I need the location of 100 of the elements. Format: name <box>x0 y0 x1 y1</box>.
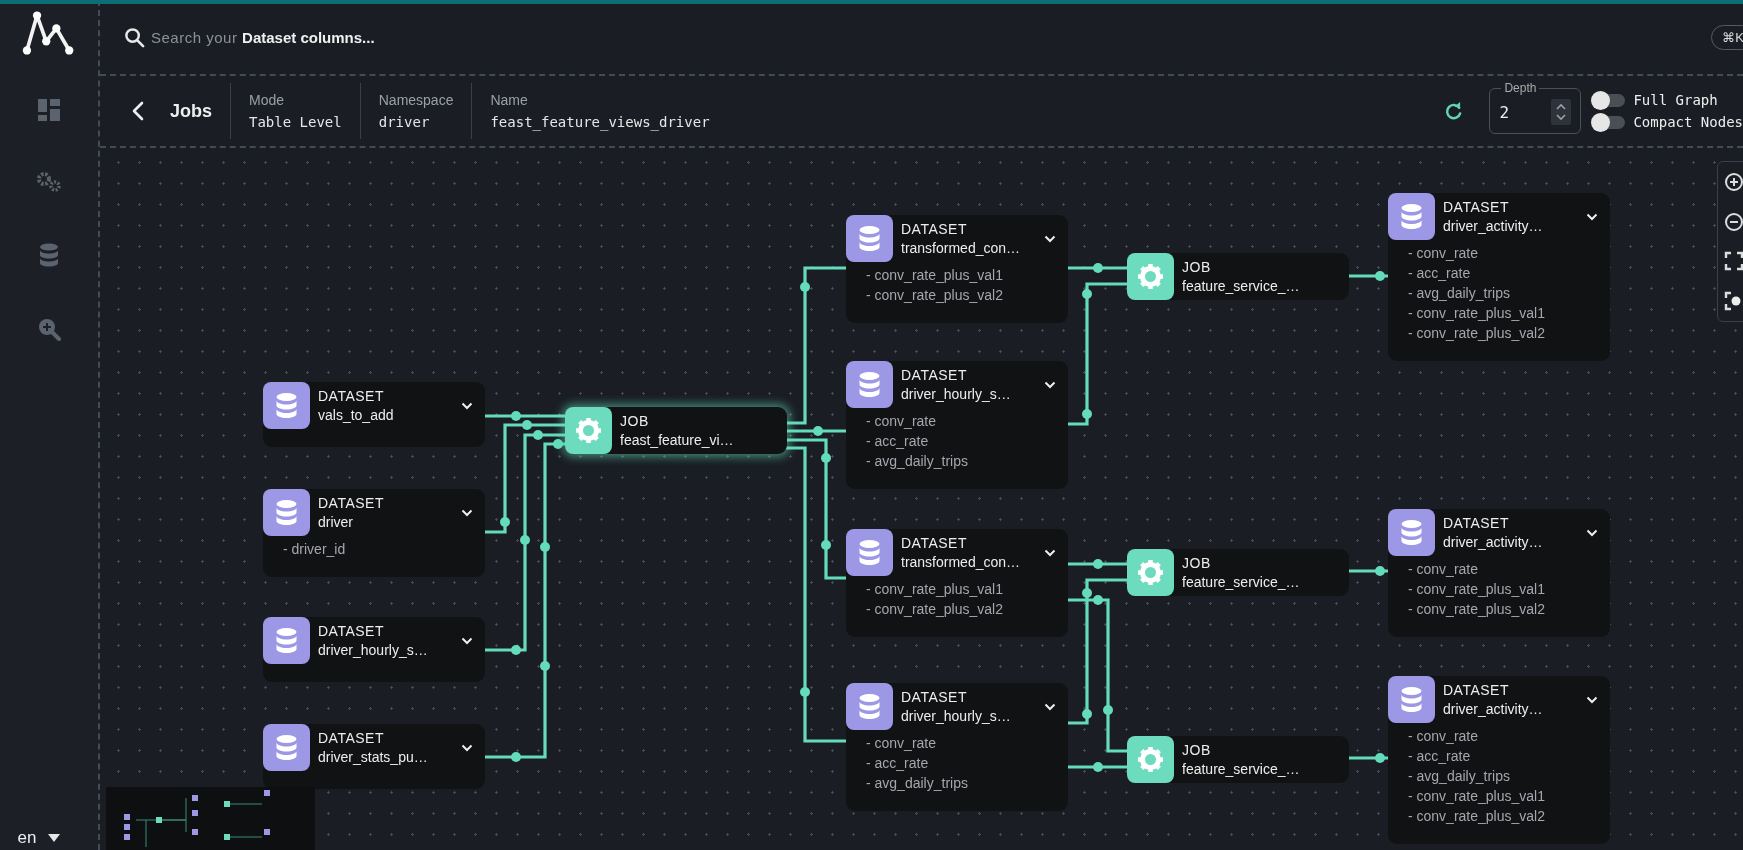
column-name: - conv_rate_plus_val1 <box>1408 304 1546 323</box>
chevron-icon[interactable] <box>461 636 473 645</box>
column-name: - conv_rate_plus_val2 <box>866 600 1004 619</box>
toggle-switch[interactable] <box>1593 115 1626 129</box>
graph-node[interactable]: JOB feature_service_… <box>1127 253 1349 300</box>
database-icon <box>1388 676 1435 723</box>
gears-icon[interactable] <box>36 171 62 193</box>
chevron-icon[interactable] <box>1586 212 1598 221</box>
column-name: - driver_id <box>283 540 347 559</box>
field-value: feast_feature_views_driver <box>490 114 710 130</box>
database-icon <box>263 724 310 771</box>
chevron-icon[interactable] <box>461 508 473 517</box>
gear-icon <box>1127 253 1174 300</box>
chevron-icon[interactable] <box>1586 695 1598 704</box>
node-name: driver_hourly_s… <box>901 708 1012 724</box>
node-name: feature_service_… <box>1182 761 1301 777</box>
gear-icon <box>1127 549 1174 596</box>
node-name: driver_hourly_s… <box>318 642 429 658</box>
node-name: feature_service_… <box>1182 574 1301 590</box>
field-label: Name <box>490 92 529 108</box>
database-icon <box>263 617 310 664</box>
node-type: DATASET <box>901 221 968 237</box>
toggle-label: Compact Nodes <box>1633 114 1743 130</box>
chevron-icon[interactable] <box>1044 380 1056 389</box>
language-label[interactable]: en <box>17 828 37 848</box>
chevron-icon[interactable] <box>1044 234 1056 243</box>
node-type: DATASET <box>318 388 385 404</box>
node-type: DATASET <box>318 495 385 511</box>
graph-node[interactable]: DATASET driver_stats_pu… <box>263 724 485 789</box>
graph-node[interactable]: JOB feature_service_… <box>1127 736 1349 783</box>
graph-node[interactable]: JOB feature_service_… <box>1127 549 1349 596</box>
chevron-icon[interactable] <box>461 401 473 410</box>
graph-node[interactable]: DATASET transformed_con… - conv_rate_plus_val1 - conv_rate_plus_val2 <box>846 529 1068 637</box>
search-field[interactable]: Search your Dataset columns... <box>124 26 1712 48</box>
caret-icon[interactable] <box>48 834 61 842</box>
graph-node[interactable]: DATASET vals_to_add <box>263 382 485 447</box>
database-icon <box>1388 509 1435 556</box>
column-name: - conv_rate <box>1408 244 1480 263</box>
column-name: - avg_daily_trips <box>1408 767 1511 786</box>
column-name: - conv_rate_plus_val1 <box>1408 580 1546 599</box>
focus-icon[interactable] <box>1724 291 1743 312</box>
node-type: JOB <box>1182 259 1212 275</box>
graph-node[interactable]: DATASET driver - driver_id <box>263 489 485 577</box>
zoom-in-icon[interactable] <box>1724 171 1743 192</box>
gear-icon <box>1127 736 1174 783</box>
column-name: - conv_rate <box>1408 727 1480 746</box>
node-name: driver_activity… <box>1443 534 1544 550</box>
node-name: transformed_con… <box>901 554 1022 570</box>
column-name: - conv_rate <box>866 734 938 753</box>
spinner-icon[interactable] <box>1551 99 1572 125</box>
back-icon[interactable] <box>132 101 144 121</box>
column-name: - conv_rate_plus_val2 <box>1408 600 1546 619</box>
graph-node[interactable]: DATASET transformed_con… - conv_rate_plus_val1 - conv_rate_plus_val2 <box>846 215 1068 323</box>
chevron-icon[interactable] <box>1044 702 1056 711</box>
graph-node[interactable]: DATASET driver_hourly_s… - conv_rate - acc_rate - avg_daily_trips <box>846 683 1068 811</box>
search-icon <box>124 26 145 48</box>
node-type: DATASET <box>901 535 968 551</box>
chevron-icon[interactable] <box>461 743 473 752</box>
minimap[interactable] <box>106 787 315 850</box>
graph-node[interactable]: DATASET driver_activity… - conv_rate - conv_rate_plus_val1 - conv_rate_plus_val2 <box>1388 509 1610 637</box>
node-type: JOB <box>1182 555 1212 571</box>
node-type: JOB <box>620 413 650 429</box>
refresh-icon[interactable] <box>1444 101 1464 121</box>
node-type: JOB <box>1182 742 1212 758</box>
column-name: - avg_daily_trips <box>866 774 969 793</box>
graph-node[interactable]: DATASET driver_activity… - conv_rate - acc_rate - avg_daily_trips - conv_rate_plus_val1 - conv_rate_plus_val2 <box>1388 193 1610 361</box>
edge-line <box>1348 753 1388 763</box>
graph-node[interactable]: JOB feast_feature_vi… <box>565 407 787 454</box>
edge-line <box>1067 559 1127 569</box>
node-type: DATASET <box>1443 682 1510 698</box>
node-type: DATASET <box>318 730 385 746</box>
graph-node[interactable]: DATASET driver_hourly_s… <box>263 617 485 682</box>
node-name: driver_activity… <box>1443 218 1544 234</box>
database-icon <box>846 361 893 408</box>
node-name: transformed_con… <box>901 240 1022 256</box>
field-label: Mode <box>249 92 286 108</box>
zoom-search-icon[interactable] <box>37 317 61 341</box>
toggle-switch[interactable] <box>1593 93 1626 107</box>
database-icon <box>263 382 310 429</box>
column-name: - conv_rate_plus_val2 <box>866 286 1004 305</box>
page-title: Jobs <box>170 100 213 122</box>
column-name: - acc_rate <box>866 754 930 773</box>
column-name: - avg_daily_trips <box>1408 284 1511 303</box>
chevron-icon[interactable] <box>1586 528 1598 537</box>
node-type: DATASET <box>1443 515 1510 531</box>
edge-line <box>1348 566 1388 576</box>
graph-node[interactable]: DATASET driver_activity… - conv_rate - acc_rate - avg_daily_trips - conv_rate_plus_val1 - conv_rate_plus_val2 <box>1388 676 1610 844</box>
dashboard-icon[interactable] <box>38 99 60 121</box>
node-name: driver_stats_pu… <box>318 749 429 765</box>
column-name: - conv_rate_plus_val2 <box>1408 807 1546 826</box>
fit-view-icon[interactable] <box>1724 251 1743 272</box>
node-name: driver_activity… <box>1443 701 1544 717</box>
chevron-icon[interactable] <box>1044 548 1056 557</box>
graph-node[interactable]: DATASET driver_hourly_s… - conv_rate - acc_rate - avg_daily_trips <box>846 361 1068 489</box>
database-icon <box>846 529 893 576</box>
node-type: DATASET <box>901 689 968 705</box>
column-name: - conv_rate_plus_val2 <box>1408 324 1546 343</box>
database-icon[interactable] <box>39 243 59 267</box>
node-type: DATASET <box>901 367 968 383</box>
zoom-out-icon[interactable] <box>1724 211 1743 232</box>
